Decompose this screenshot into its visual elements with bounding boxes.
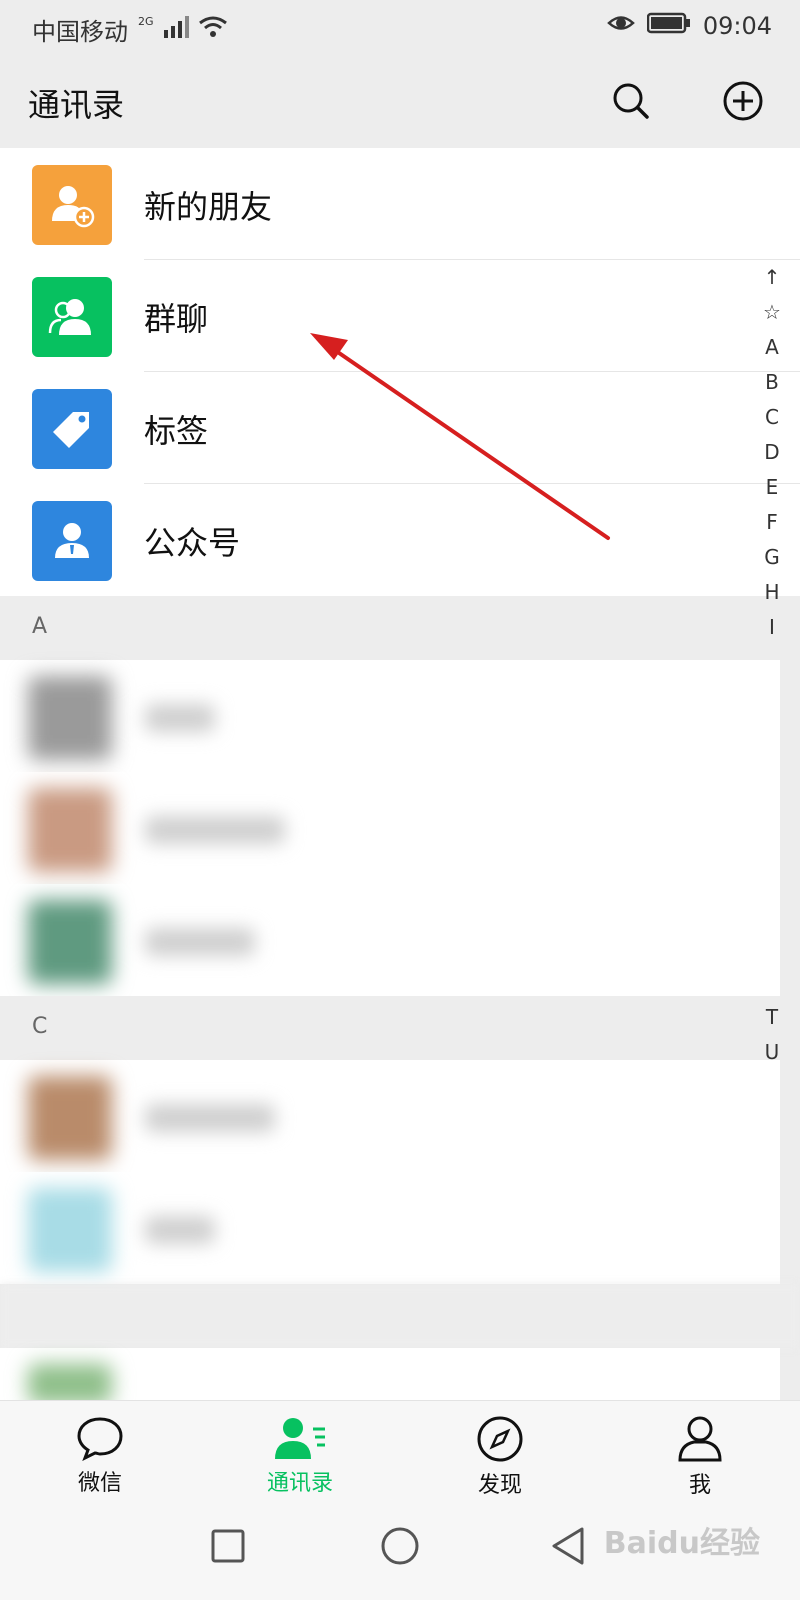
- tags-item[interactable]: 标签: [0, 372, 800, 484]
- recents-button[interactable]: [210, 1528, 246, 1564]
- section-header-blurred: [0, 1284, 800, 1348]
- index-d[interactable]: D: [764, 435, 779, 470]
- app-header: 通讯录: [0, 56, 800, 148]
- signal-icon: [162, 15, 190, 44]
- contact-name: [145, 928, 255, 956]
- group-chat-icon: [32, 277, 112, 357]
- wifi-icon: [198, 15, 228, 45]
- index-up[interactable]: ↑: [764, 260, 781, 295]
- contact-name: [145, 816, 285, 844]
- avatar: [28, 676, 112, 760]
- discover-icon: [477, 1416, 523, 1462]
- avatar: [28, 900, 112, 984]
- tab-bar: 微信 通讯录 发现 我: [0, 1400, 800, 1511]
- watermark: Baidu经验: [603, 1526, 760, 1561]
- list-item[interactable]: [0, 1060, 780, 1172]
- add-friend-icon: [32, 165, 112, 245]
- list-item[interactable]: [0, 772, 780, 884]
- index-star[interactable]: ☆: [763, 295, 781, 330]
- index-i[interactable]: I: [769, 610, 775, 645]
- list-item[interactable]: [0, 660, 780, 772]
- index-c[interactable]: C: [765, 400, 779, 435]
- eye-icon: [606, 12, 635, 40]
- list-item[interactable]: [0, 884, 780, 996]
- contacts-icon: [275, 1418, 325, 1459]
- index-e[interactable]: E: [766, 470, 779, 505]
- back-button[interactable]: [550, 1526, 586, 1566]
- official-accounts-label: 公众号: [144, 524, 241, 562]
- group-chat-label: 群聊: [144, 300, 209, 338]
- section-letter: A: [32, 614, 48, 639]
- status-right: 09:04: [606, 12, 772, 40]
- tab-chats[interactable]: 微信: [50, 1415, 150, 1505]
- search-icon: [613, 83, 649, 119]
- alphabet-index[interactable]: ↑ ☆ A B C D E F G H I: [760, 260, 784, 645]
- status-left: 中国移动 2G: [32, 12, 228, 47]
- tab-label: 发现: [477, 1473, 522, 1498]
- index-t[interactable]: T: [766, 1000, 778, 1035]
- me-icon: [678, 1416, 722, 1462]
- index-a[interactable]: A: [765, 330, 779, 365]
- search-button[interactable]: [608, 78, 654, 124]
- page-title: 通讯录: [28, 86, 125, 124]
- home-button[interactable]: [380, 1526, 420, 1566]
- tab-me[interactable]: 我: [650, 1415, 750, 1505]
- contact-name: [145, 1104, 275, 1132]
- tag-icon: [32, 389, 112, 469]
- status-bar: 中国移动 2G 09:04: [0, 0, 800, 56]
- tab-discover[interactable]: 发现: [450, 1415, 550, 1505]
- group-chat-item[interactable]: 群聊: [0, 260, 800, 372]
- clock: 09:04: [702, 12, 772, 40]
- index-h[interactable]: H: [764, 575, 779, 610]
- network-type: 2G: [138, 15, 154, 28]
- new-friends-label: 新的朋友: [144, 188, 273, 226]
- official-account-icon: [32, 501, 112, 581]
- avatar: [28, 1364, 112, 1404]
- contacts-menu: 新的朋友 群聊 标签 公众号: [0, 148, 800, 596]
- tab-label: 微信: [77, 1471, 122, 1496]
- index-u[interactable]: U: [765, 1035, 780, 1070]
- list-item[interactable]: [0, 1348, 780, 1404]
- section-header-c: C: [0, 996, 800, 1060]
- section-header-a: A: [0, 596, 800, 660]
- avatar: [28, 1076, 112, 1160]
- alphabet-index-bottom[interactable]: T U: [760, 1000, 784, 1070]
- list-item[interactable]: [0, 1172, 780, 1284]
- chat-icon: [77, 1417, 123, 1461]
- section-letter: C: [32, 1014, 48, 1039]
- avatar: [28, 788, 112, 872]
- plus-circle-icon: [723, 81, 763, 121]
- battery-icon: [646, 12, 691, 40]
- index-b[interactable]: B: [765, 365, 779, 400]
- tags-label: 标签: [144, 412, 209, 450]
- index-f[interactable]: F: [766, 505, 778, 540]
- add-button[interactable]: [720, 78, 766, 124]
- contact-name: [145, 1216, 215, 1244]
- index-g[interactable]: G: [764, 540, 780, 575]
- avatar: [28, 1188, 112, 1272]
- carrier-label: 中国移动: [32, 18, 128, 46]
- tab-label: 通讯录: [266, 1471, 333, 1496]
- new-friends-item[interactable]: 新的朋友: [0, 148, 800, 260]
- contact-name: [145, 704, 215, 732]
- tab-label: 我: [688, 1473, 711, 1498]
- official-accounts-item[interactable]: 公众号: [0, 484, 800, 596]
- tab-contacts[interactable]: 通讯录: [250, 1415, 350, 1505]
